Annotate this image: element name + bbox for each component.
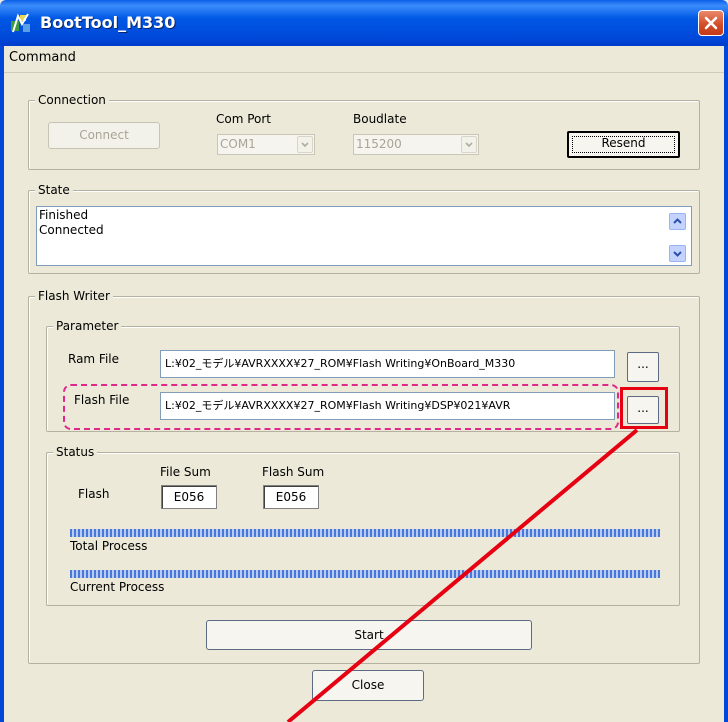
start-button[interactable]: Start bbox=[206, 620, 532, 650]
chevron-down-icon bbox=[301, 142, 309, 148]
start-button-label: Start bbox=[354, 628, 384, 642]
window-border-left bbox=[0, 46, 4, 722]
state-log[interactable]: Finished Connected bbox=[36, 206, 692, 266]
close-icon bbox=[704, 16, 718, 30]
close-button[interactable]: Close bbox=[312, 670, 424, 701]
com-port-dropdown-button[interactable] bbox=[297, 136, 313, 153]
resend-button[interactable]: Resend bbox=[567, 131, 680, 158]
state-scroll-down-button[interactable] bbox=[669, 245, 686, 262]
state-line-1: Finished bbox=[39, 208, 89, 222]
connect-button-label: Connect bbox=[79, 128, 129, 142]
flash-sum-label: Flash Sum bbox=[262, 465, 325, 479]
flash-file-browse-highlight bbox=[620, 387, 668, 429]
com-port-select[interactable]: COM1 bbox=[217, 134, 315, 155]
boudlate-select[interactable]: 115200 bbox=[353, 134, 479, 155]
status-group-label: Status bbox=[53, 445, 98, 459]
state-scroll-up-button[interactable] bbox=[669, 213, 686, 230]
flash-sum-value: E056 bbox=[275, 490, 307, 504]
parameter-group-label: Parameter bbox=[53, 319, 122, 333]
total-process-progress-bar bbox=[70, 529, 660, 537]
ram-file-value: L:¥02_モデル¥AVRXXXX¥27_ROM¥Flash Writing¥O… bbox=[165, 357, 516, 370]
state-line-2: Connected bbox=[39, 223, 104, 237]
flash-label: Flash bbox=[78, 487, 110, 501]
flash-file-dashed-highlight bbox=[63, 384, 619, 430]
window-border-right bbox=[724, 46, 728, 722]
current-process-progress-bar bbox=[70, 570, 660, 578]
current-process-label: Current Process bbox=[70, 580, 165, 594]
com-port-value: COM1 bbox=[220, 137, 256, 151]
boudlate-value: 115200 bbox=[356, 137, 402, 151]
menu-bar: Command bbox=[0, 46, 728, 73]
file-sum-label: File Sum bbox=[160, 465, 211, 479]
app-icon bbox=[11, 13, 30, 33]
window-close-button[interactable] bbox=[698, 10, 724, 36]
file-sum-value: E056 bbox=[173, 490, 205, 504]
ram-file-input[interactable]: L:¥02_モデル¥AVRXXXX¥27_ROM¥Flash Writing¥O… bbox=[160, 350, 615, 378]
ram-file-browse-button[interactable]: ... bbox=[627, 352, 659, 382]
file-sum-value-box: E056 bbox=[161, 485, 217, 509]
close-button-label: Close bbox=[351, 678, 385, 692]
com-port-label: Com Port bbox=[216, 112, 272, 126]
flash-writer-group-label: Flash Writer bbox=[35, 289, 113, 303]
chevron-down-icon bbox=[673, 251, 682, 257]
flash-sum-value-box: E056 bbox=[263, 485, 319, 509]
resend-button-label: Resend bbox=[601, 136, 646, 150]
state-group-label: State bbox=[35, 183, 73, 197]
boudlate-label: Boudlate bbox=[353, 112, 407, 126]
menu-command[interactable]: Command bbox=[9, 50, 76, 65]
connection-group-label: Connection bbox=[35, 93, 109, 107]
boudlate-dropdown-button[interactable] bbox=[461, 136, 477, 153]
ram-file-label: Ram File bbox=[68, 352, 120, 366]
title-bar[interactable]: BootTool_M330 bbox=[0, 0, 728, 46]
total-process-label: Total Process bbox=[70, 539, 148, 553]
window-title: BootTool_M330 bbox=[40, 13, 176, 32]
chevron-down-icon bbox=[465, 142, 473, 148]
connect-button[interactable]: Connect bbox=[48, 122, 160, 149]
chevron-up-icon bbox=[673, 218, 682, 224]
boottool-window: BootTool_M330 Command Connection Connect… bbox=[0, 0, 728, 722]
ram-file-browse-label: ... bbox=[637, 357, 649, 371]
